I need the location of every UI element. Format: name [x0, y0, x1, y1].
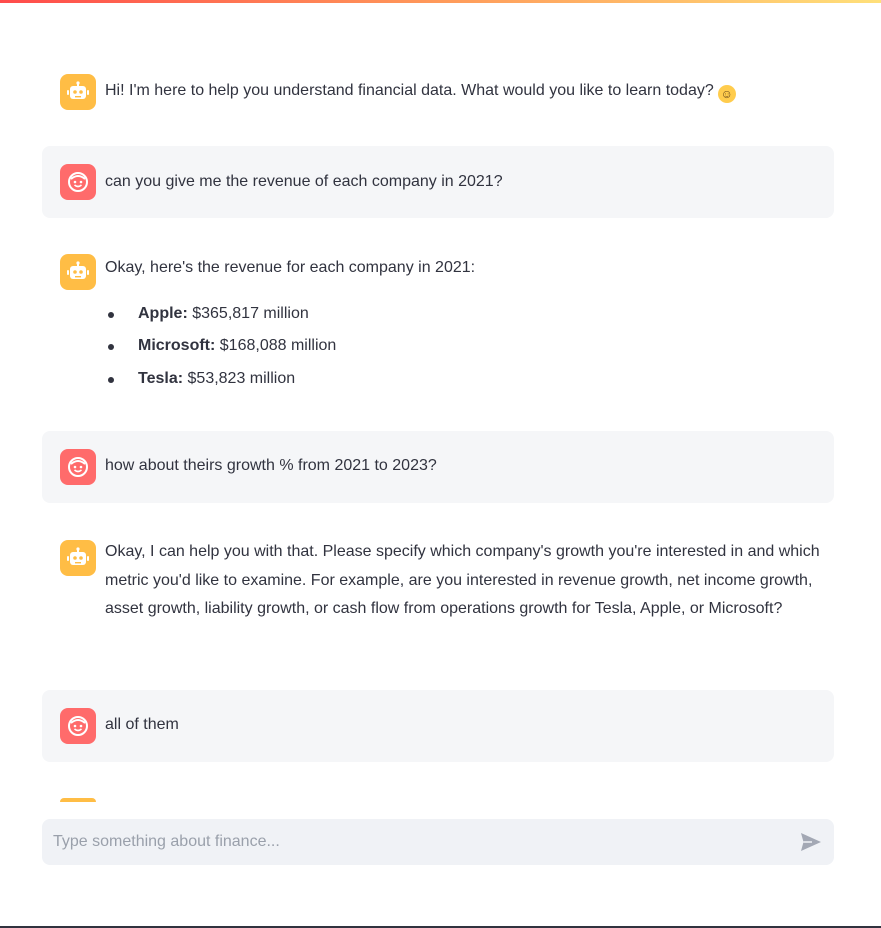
company-name: Tesla: — [138, 369, 184, 387]
list-item: Microsoft: $168,088 million — [105, 332, 820, 365]
message-intro: Okay, here's the revenue for each compan… — [105, 259, 476, 276]
user-message: how about theirs growth % from 2021 to 2… — [42, 431, 834, 503]
chat-messages: Hi! I'm here to help you understand fina… — [42, 0, 834, 800]
user-message: can you give me the revenue of each comp… — [42, 146, 834, 218]
smiley-face-icon — [60, 449, 96, 485]
smiley-face-icon — [60, 164, 96, 200]
message-content: Hi! I'm here to help you understand fina… — [105, 82, 714, 99]
assistant-message: Hi! I'm here to help you understand fina… — [42, 60, 834, 122]
assistant-message: Okay, I can help you with that. Please s… — [42, 526, 834, 666]
smiley-face-icon — [60, 708, 96, 744]
message-text: Hi! I'm here to help you understand fina… — [105, 77, 820, 106]
message-text: how about theirs growth % from 2021 to 2… — [105, 457, 437, 474]
revenue-list: Apple: $365,817 million Microsoft: $168,… — [105, 300, 820, 398]
company-name: Microsoft: — [138, 337, 216, 354]
list-item: Tesla: $53,823 million — [105, 365, 820, 398]
chat-input[interactable] — [42, 819, 782, 865]
message-text: Okay, here's the revenue for each compan… — [105, 254, 820, 397]
assistant-message: Okay, here's the revenue for each compan… — [42, 240, 834, 410]
revenue-value: $365,817 million — [192, 304, 309, 322]
robot-icon — [60, 254, 96, 290]
revenue-value: $53,823 million — [187, 369, 296, 387]
company-name: Apple: — [138, 304, 188, 322]
list-item: Apple: $365,817 million — [105, 300, 820, 333]
message-text: Okay, I can help you with that. Please s… — [105, 543, 820, 617]
user-message: all of them — [42, 690, 834, 762]
revenue-value: $168,088 million — [219, 337, 337, 354]
send-icon[interactable] — [800, 831, 822, 853]
robot-icon — [60, 74, 96, 110]
robot-icon — [60, 540, 96, 576]
message-text: all of them — [105, 716, 179, 733]
smiling-face-icon: ☺ — [717, 85, 736, 103]
robot-icon — [60, 798, 96, 802]
message-text: can you give me the revenue of each comp… — [105, 173, 503, 190]
chat-input-container — [42, 819, 834, 865]
